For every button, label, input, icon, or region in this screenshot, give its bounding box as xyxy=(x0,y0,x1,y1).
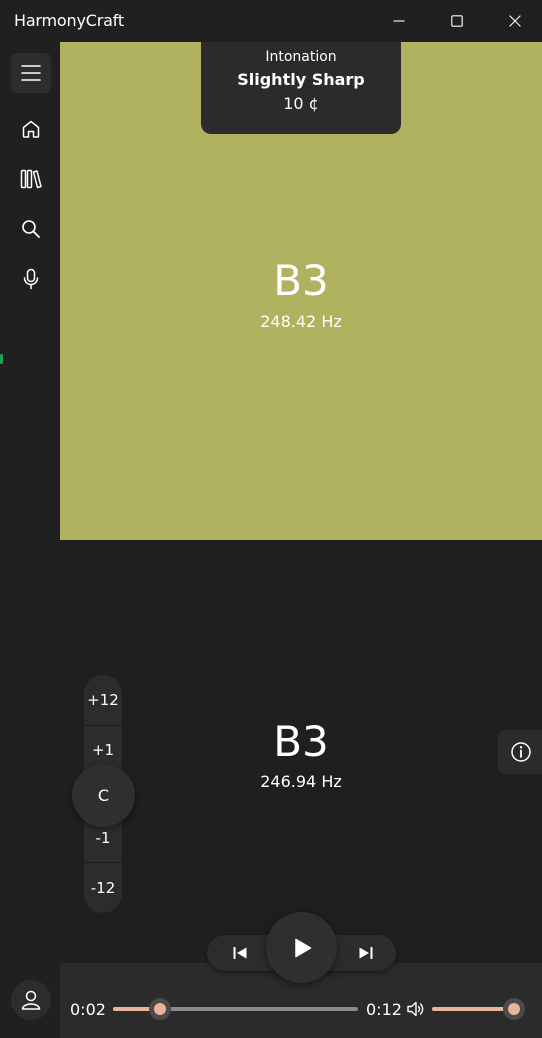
next-button[interactable] xyxy=(346,935,386,971)
microphone-icon xyxy=(23,268,39,290)
volume-icon xyxy=(407,1001,424,1017)
title-bar: HarmonyCraft xyxy=(0,0,542,42)
intonation-cents: 10 ¢ xyxy=(283,94,319,113)
volume-thumb[interactable] xyxy=(503,998,525,1020)
close-button[interactable] xyxy=(486,0,542,42)
detected-note: B3 xyxy=(273,256,329,305)
app-window: HarmonyCraft Intonation Slightly Sharp 1… xyxy=(0,0,542,1038)
nav-rail xyxy=(0,42,60,1038)
info-icon xyxy=(511,742,531,762)
nav-accent-marker xyxy=(0,354,3,364)
home-icon xyxy=(22,120,40,138)
minimize-icon xyxy=(393,20,405,22)
detected-frequency: 248.42 Hz xyxy=(260,312,342,331)
maximize-button[interactable] xyxy=(428,0,486,42)
maximize-icon xyxy=(451,15,463,27)
transpose-down-octave-button[interactable]: -12 xyxy=(84,863,122,913)
nav-item-search[interactable] xyxy=(11,209,51,249)
volume-level xyxy=(432,1007,514,1011)
seek-thumb[interactable] xyxy=(148,998,171,1020)
info-button[interactable] xyxy=(498,730,542,774)
transpose-current-key[interactable]: C xyxy=(72,764,135,827)
volume-slider[interactable] xyxy=(432,1007,514,1011)
volume-button[interactable] xyxy=(406,999,426,1019)
search-icon xyxy=(22,220,40,238)
minimize-button[interactable] xyxy=(370,0,428,42)
elapsed-time: 0:02 xyxy=(70,1000,106,1019)
reference-note: B3 xyxy=(273,717,329,766)
account-icon xyxy=(21,990,41,1010)
intonation-card: Intonation Slightly Sharp 10 ¢ xyxy=(201,42,401,134)
hamburger-icon xyxy=(21,65,41,81)
intonation-status: Slightly Sharp xyxy=(237,70,365,89)
total-time: 0:12 xyxy=(366,1000,402,1019)
menu-button[interactable] xyxy=(11,53,51,93)
account-button[interactable] xyxy=(11,980,51,1020)
play-icon xyxy=(294,938,311,957)
volume-thumb-dot xyxy=(508,1003,520,1015)
skip-previous-icon xyxy=(233,947,247,959)
app-title: HarmonyCraft xyxy=(14,11,124,30)
nav-item-home[interactable] xyxy=(11,109,51,149)
skip-next-icon xyxy=(359,947,373,959)
transpose-up-octave-button[interactable]: +12 xyxy=(84,675,122,725)
intonation-label: Intonation xyxy=(265,49,337,65)
close-icon xyxy=(509,15,521,27)
seek-thumb-dot xyxy=(153,1003,166,1015)
play-button[interactable] xyxy=(266,912,337,983)
nav-item-microphone[interactable] xyxy=(11,259,51,299)
nav-item-library[interactable] xyxy=(11,159,51,199)
library-icon xyxy=(20,169,42,189)
previous-button[interactable] xyxy=(220,935,260,971)
detected-pitch-panel: Intonation Slightly Sharp 10 ¢ B3 248.42… xyxy=(60,42,542,540)
